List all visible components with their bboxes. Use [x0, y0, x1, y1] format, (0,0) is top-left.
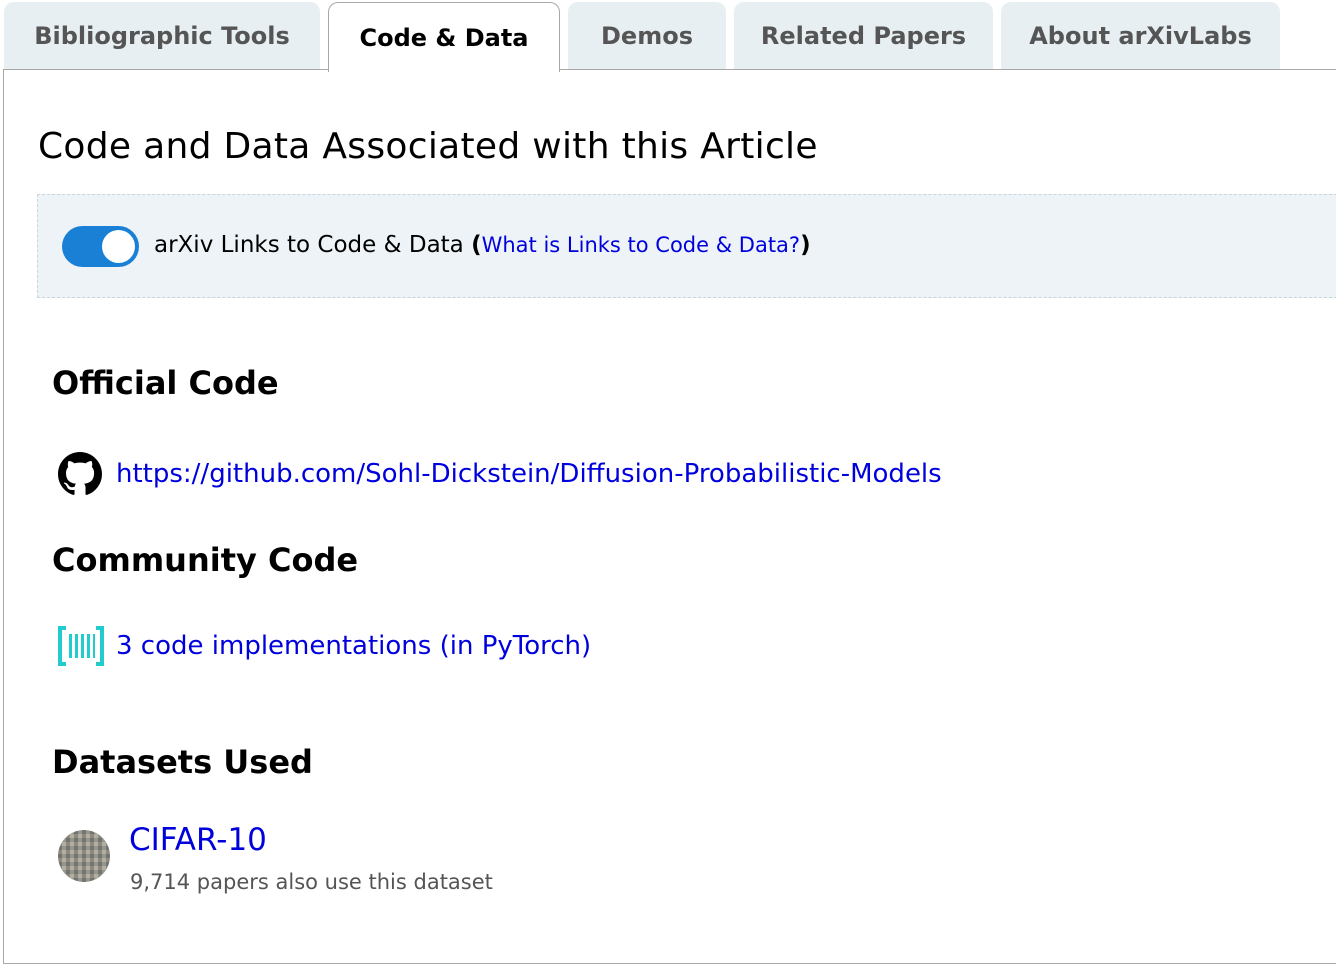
community-code-link[interactable]: 3 code implementations (in PyTorch): [116, 631, 591, 661]
community-code-heading: Community Code: [52, 541, 359, 579]
tab-demos[interactable]: Demos: [568, 2, 726, 70]
toggle-knob: [102, 230, 135, 263]
dataset-link-cifar10[interactable]: CIFAR-10: [129, 822, 267, 858]
tab-related-papers[interactable]: Related Papers: [734, 2, 993, 70]
toggle-label-row: arXiv Links to Code & Data (What is Link…: [154, 232, 811, 258]
tab-code-data[interactable]: Code & Data: [328, 2, 560, 72]
tab-bar: Bibliographic Tools Code & Data Demos Re…: [0, 0, 1336, 72]
github-icon: [58, 452, 102, 495]
datasets-heading: Datasets Used: [52, 743, 313, 781]
close-paren: ): [800, 232, 811, 258]
official-code-heading: Official Code: [52, 364, 279, 402]
toggle-label: arXiv Links to Code & Data: [154, 232, 464, 258]
open-paren: (: [471, 232, 482, 258]
official-code-link[interactable]: https://github.com/Sohl-Dickstein/Diffus…: [116, 459, 942, 489]
community-code-row: 3 code implementations (in PyTorch): [58, 626, 591, 666]
tab-bibliographic-tools[interactable]: Bibliographic Tools: [4, 2, 320, 70]
dataset-thumbnail: [58, 830, 110, 882]
dataset-usage-count: 9,714 papers also use this dataset: [130, 870, 493, 894]
what-is-links-link[interactable]: What is Links to Code & Data?: [482, 233, 800, 257]
page-title: Code and Data Associated with this Artic…: [38, 126, 818, 167]
tab-about-arxivlabs[interactable]: About arXivLabs: [1001, 2, 1280, 70]
papers-with-code-icon: [58, 626, 104, 666]
links-to-code-toggle[interactable]: [62, 226, 139, 267]
official-code-row: https://github.com/Sohl-Dickstein/Diffus…: [58, 452, 942, 496]
